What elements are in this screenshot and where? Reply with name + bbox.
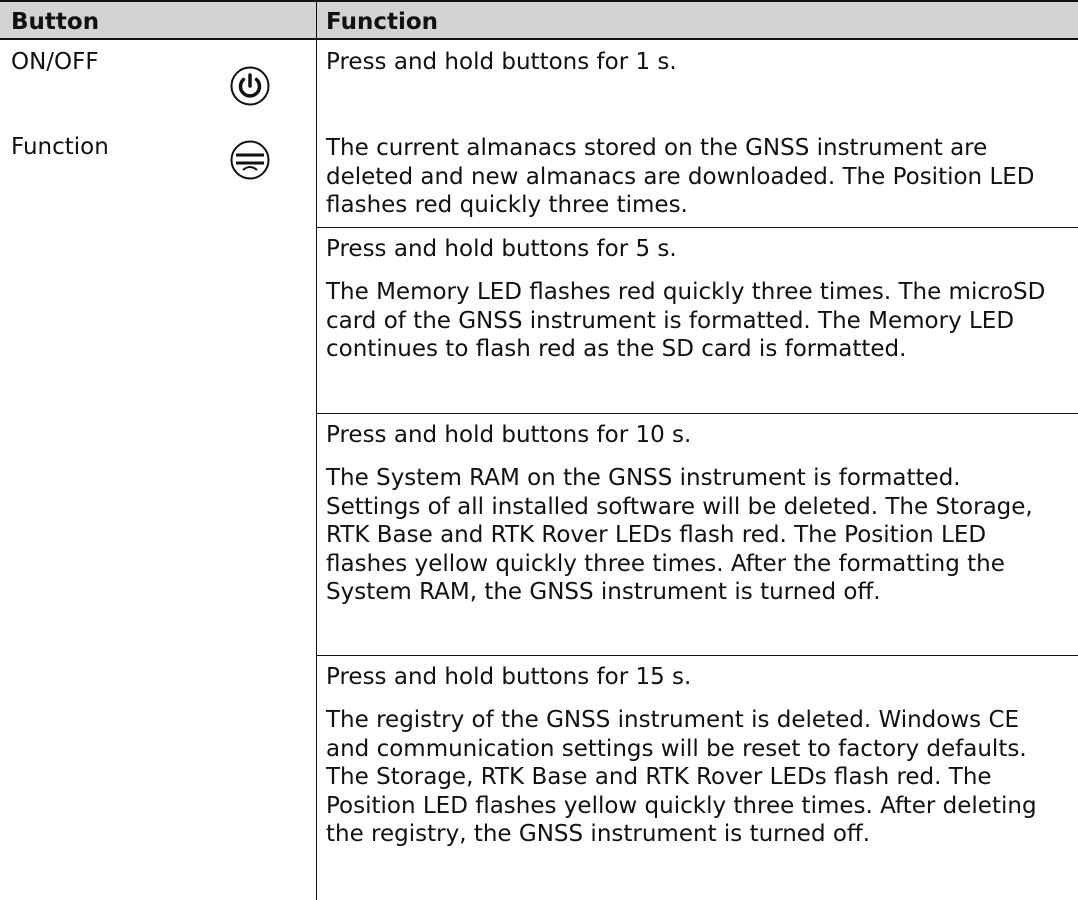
hold-15s-description: The registry of the GNSS instrument is d… xyxy=(326,707,1037,847)
button-label-onoff: ON/OFF xyxy=(11,49,99,75)
header-function: Function xyxy=(326,9,439,35)
hold-5s-title: Press and hold buttons for 5 s. xyxy=(326,236,677,262)
table-header: Button Function xyxy=(0,0,1078,40)
power-icon xyxy=(230,66,270,106)
row-divider xyxy=(316,413,1078,414)
button-function-table: Button Function ON/OFF Press and hold bu… xyxy=(0,0,1078,900)
function-description: The current almanacs stored on the GNSS … xyxy=(326,135,1035,218)
hold-15s-title: Press and hold buttons for 15 s. xyxy=(326,664,692,690)
header-button: Button xyxy=(11,9,100,35)
function-button-icon xyxy=(230,140,270,180)
onoff-description: Press and hold buttons for 1 s. xyxy=(326,49,677,75)
row-divider xyxy=(316,227,1078,228)
button-label-function: Function xyxy=(11,134,109,160)
hold-10s-title: Press and hold buttons for 10 s. xyxy=(326,422,692,448)
hold-5s-description: The Memory LED flashes red quickly three… xyxy=(326,279,1046,362)
hold-10s-description: The System RAM on the GNSS instrument is… xyxy=(326,465,1033,605)
row-divider xyxy=(316,655,1078,656)
column-divider xyxy=(316,2,317,900)
